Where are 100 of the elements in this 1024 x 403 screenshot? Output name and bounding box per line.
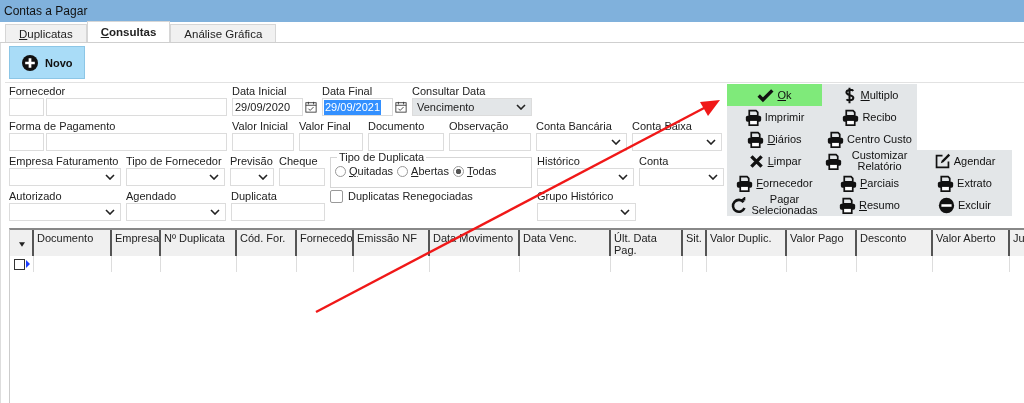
action-button[interactable]: Parciais bbox=[822, 172, 917, 194]
date-field[interactable]: 29/09/2020 bbox=[232, 98, 303, 116]
chevron-icon bbox=[258, 174, 268, 180]
action-button[interactable]: Limpar bbox=[727, 150, 822, 172]
refresh-icon bbox=[729, 196, 747, 214]
field-label: Conta bbox=[639, 154, 670, 168]
dropdown[interactable] bbox=[537, 168, 634, 186]
chevron-icon bbox=[105, 209, 115, 215]
action-button[interactable]: Centro Custo bbox=[822, 128, 917, 150]
chevron-icon bbox=[708, 174, 718, 180]
field-label: Grupo Histórico bbox=[537, 189, 615, 203]
action-button[interactable]: Agendar bbox=[917, 150, 1012, 172]
close-icon bbox=[747, 152, 765, 170]
printer-icon bbox=[736, 174, 754, 192]
column-header[interactable]: Empresa bbox=[112, 230, 161, 256]
action-button[interactable]: Extrato bbox=[917, 172, 1012, 194]
input-field[interactable] bbox=[368, 133, 444, 151]
action-button[interactable]: Pagar Selecionadas bbox=[727, 194, 822, 216]
chevron-icon bbox=[611, 139, 621, 145]
chevron-icon bbox=[209, 174, 219, 180]
field-label: Empresa Faturamento bbox=[9, 154, 120, 168]
input-field[interactable] bbox=[449, 133, 531, 151]
code-field[interactable] bbox=[9, 98, 44, 116]
column-header[interactable]: Últ. Data Pag. bbox=[611, 230, 683, 256]
checkbox[interactable] bbox=[330, 189, 343, 203]
input-field[interactable] bbox=[279, 168, 325, 186]
action-button[interactable]: Multiplo bbox=[822, 84, 917, 106]
field-label: Autorizado bbox=[9, 189, 63, 203]
field-label: Duplicata bbox=[231, 189, 278, 203]
action-button[interactable]: Ok bbox=[727, 84, 822, 106]
field-label: Forma de Pagamento bbox=[9, 119, 117, 133]
action-button[interactable]: Recibo bbox=[822, 106, 917, 128]
printer-icon bbox=[747, 130, 765, 148]
filter-icon[interactable] bbox=[18, 241, 25, 247]
action-button[interactable]: Resumo bbox=[822, 194, 917, 216]
field-label: Consultar Data bbox=[412, 84, 487, 98]
field-label: Previsão bbox=[230, 154, 274, 168]
column-header[interactable]: Valor Duplic. bbox=[707, 230, 787, 256]
new-button[interactable]: Novo bbox=[9, 46, 85, 79]
chevron-icon bbox=[105, 174, 115, 180]
calendar-icon[interactable] bbox=[305, 101, 317, 113]
edit-icon bbox=[933, 152, 951, 170]
dropdown[interactable] bbox=[632, 133, 722, 151]
radio-option[interactable]: Todas bbox=[452, 165, 497, 177]
tab[interactable]: Duplicatas bbox=[5, 24, 87, 42]
column-header[interactable]: Sit. bbox=[683, 230, 707, 256]
name-field[interactable] bbox=[46, 133, 227, 151]
action-button[interactable]: Diários bbox=[727, 128, 822, 150]
input-field[interactable] bbox=[232, 133, 294, 151]
action-button[interactable]: Customizar Relatório bbox=[822, 150, 917, 172]
column-header[interactable]: Valor Pago bbox=[787, 230, 857, 256]
column-header[interactable]: Data Venc. bbox=[520, 230, 611, 256]
field-label: Agendado bbox=[126, 189, 178, 203]
code-field[interactable] bbox=[9, 133, 44, 151]
input-field[interactable] bbox=[231, 203, 325, 221]
column-header[interactable]: Valor Aberto bbox=[933, 230, 1010, 256]
dropdown[interactable] bbox=[536, 133, 627, 151]
column-header[interactable]: Ju bbox=[1010, 230, 1024, 256]
row-checkbox[interactable] bbox=[13, 258, 25, 270]
column-header[interactable]: Desconto bbox=[857, 230, 933, 256]
field-label: Tipo de Fornecedor bbox=[126, 154, 223, 168]
printer-icon bbox=[842, 108, 860, 126]
column-header[interactable]: Nº Duplicata bbox=[161, 230, 237, 256]
checkbox-label: Duplicatas Renegociadas bbox=[348, 189, 473, 203]
tab[interactable]: Análise Gráfica bbox=[170, 24, 277, 42]
tab[interactable]: Consultas bbox=[86, 21, 171, 42]
printer-icon bbox=[827, 130, 845, 148]
field-label: Cheque bbox=[279, 154, 319, 168]
field-label: Conta Bancária bbox=[536, 119, 613, 133]
column-header[interactable]: Cód. For. bbox=[237, 230, 297, 256]
printer-icon bbox=[824, 152, 842, 170]
chevron-icon bbox=[706, 139, 716, 145]
printer-icon bbox=[839, 174, 857, 192]
radio-icon[interactable] bbox=[452, 165, 464, 177]
field-label: Data Final bbox=[322, 84, 374, 98]
column-header[interactable]: Fornecedo bbox=[297, 230, 354, 256]
calendar-icon[interactable] bbox=[395, 101, 407, 113]
field-label: Histórico bbox=[537, 154, 581, 168]
action-button[interactable]: Fornecedor bbox=[727, 172, 822, 194]
action-button[interactable]: Imprimir bbox=[727, 106, 822, 128]
column-header[interactable]: Documento bbox=[34, 230, 112, 256]
minus-icon bbox=[938, 196, 955, 214]
radio-option[interactable]: Abertas bbox=[397, 165, 449, 177]
dropdown[interactable]: Vencimento bbox=[412, 98, 532, 116]
input-field[interactable] bbox=[299, 133, 363, 151]
dropdown[interactable] bbox=[230, 168, 274, 186]
row-pointer-icon bbox=[25, 260, 30, 268]
chevron-icon bbox=[210, 209, 220, 215]
printer-icon bbox=[744, 108, 762, 126]
name-field[interactable] bbox=[46, 98, 227, 116]
printer-icon bbox=[839, 196, 856, 214]
field-label: Fornecedor bbox=[9, 84, 67, 98]
field-label: Data Inicial bbox=[232, 84, 288, 98]
column-header[interactable]: Emissão NF bbox=[354, 230, 430, 256]
chevron-icon bbox=[516, 104, 526, 110]
chevron-icon bbox=[620, 209, 630, 215]
action-button[interactable]: Excluir bbox=[917, 194, 1012, 216]
field-label: Observação bbox=[449, 119, 510, 133]
radio-option[interactable]: Quitadas bbox=[335, 165, 394, 177]
chevron-icon bbox=[618, 174, 628, 180]
